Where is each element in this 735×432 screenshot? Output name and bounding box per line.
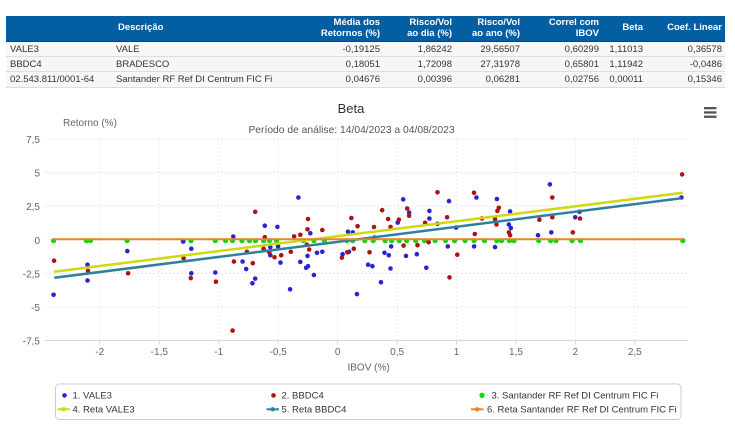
svg-text:IBOV (%): IBOV (%) (347, 363, 389, 374)
svg-text:1,5: 1,5 (509, 347, 523, 358)
svg-text:Período de análise: 14/04/2023: Período de análise: 14/04/2023 a 04/08/2… (248, 125, 454, 136)
svg-text:5: 5 (34, 169, 40, 180)
svg-text:5. Reta BBDC4: 5. Reta BBDC4 (282, 405, 347, 416)
svg-text:6. Reta Santander RF Ref DI Ce: 6. Reta Santander RF Ref DI Centrum FIC … (487, 405, 677, 416)
svg-text:Retorno (%): Retorno (%) (63, 118, 117, 129)
svg-text:2. BBDC4: 2. BBDC4 (282, 391, 324, 402)
svg-text:-2: -2 (95, 347, 104, 358)
svg-text:2,5: 2,5 (628, 347, 642, 358)
svg-text:-7,5: -7,5 (23, 337, 41, 348)
svg-text:1. VALE3: 1. VALE3 (73, 391, 112, 402)
svg-text:Beta: Beta (338, 101, 366, 116)
svg-text:-5: -5 (31, 303, 40, 314)
svg-text:3. Santander RF Ref DI Centrum: 3. Santander RF Ref DI Centrum FIC Fi (492, 391, 659, 402)
svg-text:4. Reta VALE3: 4. Reta VALE3 (73, 405, 135, 416)
svg-text:0,5: 0,5 (390, 347, 404, 358)
svg-text:0: 0 (335, 347, 341, 358)
svg-text:0: 0 (34, 236, 40, 247)
svg-text:-1: -1 (214, 347, 223, 358)
svg-text:-0,5: -0,5 (270, 347, 288, 358)
svg-text:2,5: 2,5 (26, 202, 40, 213)
svg-text:-2,5: -2,5 (23, 269, 41, 280)
svg-text:-1,5: -1,5 (151, 347, 169, 358)
svg-text:1: 1 (454, 347, 460, 358)
svg-text:2: 2 (573, 347, 579, 358)
svg-text:7,5: 7,5 (26, 135, 40, 146)
